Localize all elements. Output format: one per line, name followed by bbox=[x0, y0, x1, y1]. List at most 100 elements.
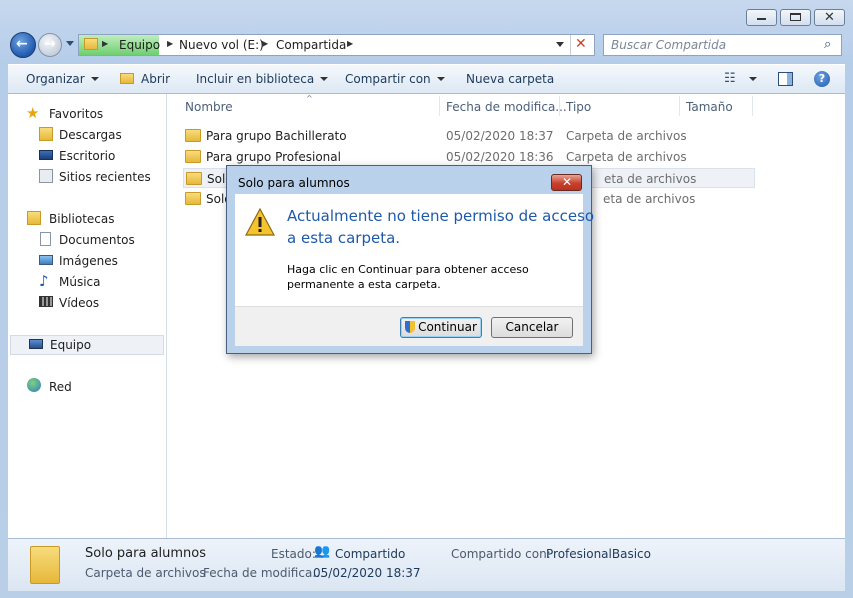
back-button[interactable]: ← bbox=[10, 32, 36, 58]
sidebar-item-music[interactable]: ♪ Música bbox=[8, 272, 166, 292]
sidebar-item-label: Bibliotecas bbox=[49, 212, 115, 226]
videos-icon bbox=[39, 296, 53, 307]
file-name: Para grupo Bachillerato bbox=[206, 129, 347, 143]
dialog-heading-line2: a esta carpeta. bbox=[287, 229, 401, 247]
file-type: Carpeta de archivos bbox=[566, 129, 687, 143]
stop-icon[interactable]: ✕ bbox=[575, 36, 587, 52]
sidebar-item-label: Sitios recientes bbox=[59, 170, 151, 184]
chevron-right-icon[interactable]: ▶ bbox=[347, 39, 353, 48]
minimize-icon bbox=[757, 18, 766, 20]
folder-icon bbox=[185, 129, 201, 142]
new-folder-button[interactable]: Nueva carpeta bbox=[466, 72, 554, 86]
breadcrumb-volume[interactable]: Nuevo vol (E:) bbox=[179, 38, 264, 52]
include-library-label: Incluir en biblioteca bbox=[196, 72, 315, 86]
chevron-right-icon: ▶ bbox=[102, 39, 109, 48]
sidebar-item-images[interactable]: Imágenes bbox=[8, 251, 166, 271]
computer-icon bbox=[29, 339, 43, 349]
sidebar-item-downloads[interactable]: Descargas bbox=[8, 125, 166, 145]
shared-with-label: Compartido con: bbox=[451, 547, 551, 561]
open-button[interactable]: Abrir bbox=[141, 72, 170, 86]
chevron-down-icon[interactable] bbox=[749, 77, 757, 81]
chevron-right-icon[interactable]: ▶ bbox=[262, 39, 268, 48]
sidebar-item-label: Descargas bbox=[59, 128, 122, 142]
sidebar-item-label: Red bbox=[49, 380, 72, 394]
open-folder-icon bbox=[120, 73, 134, 84]
file-date: 05/02/2020 18:36 bbox=[446, 150, 554, 164]
recent-places-icon bbox=[39, 169, 53, 183]
file-name: Para grupo Profesional bbox=[206, 150, 341, 164]
table-row[interactable]: Para grupo Bachillerato 05/02/2020 18:37… bbox=[183, 126, 755, 146]
shared-users-icon: 👥 bbox=[314, 544, 331, 559]
forward-button[interactable]: → bbox=[38, 33, 62, 57]
dialog-text-line2: permanente a esta carpeta. bbox=[287, 278, 441, 291]
dialog-close-button[interactable]: ✕ bbox=[551, 174, 582, 191]
dialog-body: Actualmente no tiene permiso de acceso a… bbox=[235, 194, 594, 306]
details-type: Carpeta de archivos bbox=[85, 566, 206, 580]
organize-button[interactable]: Organizar bbox=[26, 72, 99, 86]
column-header-size[interactable]: Tamaño bbox=[686, 100, 733, 114]
address-bar[interactable]: ▶ Equipo ▶ Nuevo vol (E:) ▶ Compartida ▶… bbox=[78, 34, 595, 56]
sort-ascending-icon: ^ bbox=[306, 94, 313, 103]
sidebar-item-libraries[interactable]: Bibliotecas bbox=[8, 209, 166, 229]
file-type: eta de archivos bbox=[604, 172, 697, 186]
breadcrumb-compartida[interactable]: Compartida bbox=[276, 38, 346, 52]
table-row[interactable]: Para grupo Profesional 05/02/2020 18:36 … bbox=[183, 147, 755, 167]
cancel-button[interactable]: Cancelar bbox=[491, 317, 573, 338]
close-window-button[interactable]: ✕ bbox=[814, 9, 845, 26]
state-value: Compartido bbox=[335, 547, 406, 561]
sidebar-item-label: Vídeos bbox=[59, 296, 100, 310]
share-with-button[interactable]: Compartir con bbox=[345, 72, 445, 86]
search-box[interactable]: Buscar Compartida ⌕ bbox=[603, 34, 842, 56]
file-date: 05/02/2020 18:37 bbox=[446, 129, 554, 143]
sidebar-item-computer[interactable]: Equipo bbox=[10, 335, 164, 355]
folder-icon bbox=[84, 38, 98, 50]
view-options-icon[interactable]: ☷ bbox=[724, 71, 736, 86]
sidebar-item-desktop[interactable]: Escritorio bbox=[8, 146, 166, 166]
minimize-button[interactable] bbox=[746, 9, 777, 26]
sidebar-item-favorites[interactable]: ★ Favoritos bbox=[8, 104, 166, 124]
recent-pages-dropdown[interactable] bbox=[66, 41, 74, 46]
arrow-right-icon: → bbox=[44, 36, 56, 52]
sidebar-item-documents[interactable]: Documentos bbox=[8, 230, 166, 250]
search-placeholder: Buscar Compartida bbox=[611, 38, 727, 52]
music-icon: ♪ bbox=[39, 272, 49, 290]
dialog-text-line1: Haga clic en Continuar para obtener acce… bbox=[287, 263, 529, 276]
include-library-button[interactable]: Incluir en biblioteca bbox=[196, 72, 329, 86]
permission-dialog: Solo para alumnos ✕ Actualmente no tiene… bbox=[226, 165, 594, 354]
large-folder-icon bbox=[30, 546, 60, 584]
column-header-type[interactable]: Tipo bbox=[566, 100, 591, 114]
dialog-footer: Continuar Cancelar bbox=[235, 306, 583, 346]
search-icon[interactable]: ⌕ bbox=[824, 37, 831, 52]
sidebar-item-label: Documentos bbox=[59, 233, 135, 247]
sidebar-item-recent[interactable]: Sitios recientes bbox=[8, 167, 166, 187]
libraries-icon bbox=[27, 211, 41, 225]
continue-label: Continuar bbox=[418, 320, 477, 334]
file-type: Carpeta de archivos bbox=[566, 150, 687, 164]
column-header-date[interactable]: Fecha de modifica... bbox=[446, 100, 567, 114]
sidebar-item-label: Equipo bbox=[50, 338, 92, 352]
chevron-right-icon[interactable]: ▶ bbox=[167, 39, 173, 48]
breadcrumb-equipo[interactable]: Equipo bbox=[119, 38, 160, 52]
shared-with-value: ProfesionalBasico bbox=[546, 547, 651, 561]
state-label: Estado: bbox=[271, 547, 316, 561]
documents-icon bbox=[40, 232, 51, 246]
share-with-label: Compartir con bbox=[345, 72, 431, 86]
restore-icon bbox=[790, 13, 801, 21]
desktop-icon bbox=[39, 150, 53, 160]
chevron-down-icon bbox=[90, 77, 99, 81]
sidebar-item-network[interactable]: Red bbox=[8, 377, 166, 397]
help-icon[interactable]: ? bbox=[814, 71, 830, 87]
details-pane: Solo para alumnos Carpeta de archivos Es… bbox=[8, 538, 845, 591]
chevron-down-icon bbox=[320, 77, 329, 81]
preview-pane-icon[interactable] bbox=[778, 72, 793, 86]
column-header-name[interactable]: Nombre bbox=[185, 100, 233, 114]
navigation-pane: ★ Favoritos Descargas Escritorio Sitios … bbox=[8, 94, 167, 538]
date-label: Fecha de modifica... bbox=[203, 566, 324, 580]
network-icon bbox=[27, 378, 41, 392]
folder-icon bbox=[185, 192, 201, 205]
continue-button[interactable]: Continuar bbox=[400, 317, 482, 338]
maximize-button[interactable] bbox=[780, 9, 811, 26]
address-dropdown-icon[interactable] bbox=[556, 42, 564, 47]
sidebar-item-label: Imágenes bbox=[59, 254, 118, 268]
sidebar-item-videos[interactable]: Vídeos bbox=[8, 293, 166, 313]
